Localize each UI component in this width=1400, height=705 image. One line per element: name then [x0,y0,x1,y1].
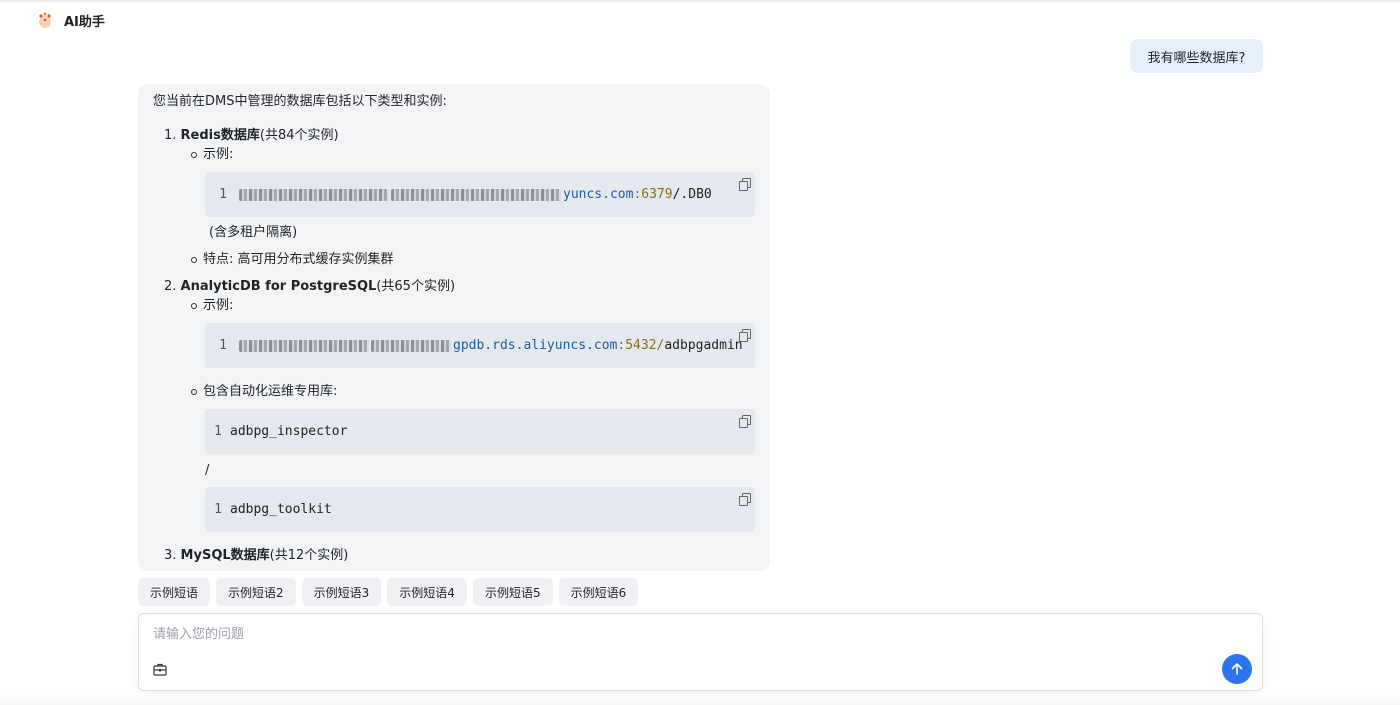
send-button[interactable] [1222,654,1252,684]
bullet-circle-icon [191,389,197,395]
fire-logo-icon [39,12,51,28]
app-title: AI助手 [64,14,105,30]
bullet-circle-icon [191,152,197,158]
code-block-inspector: 1 adbpg_inspector [205,409,755,454]
item-title: Redis数据库 [180,128,260,143]
redis-note: (含多租户隔离) [209,225,298,240]
arrow-up-icon [1231,663,1243,675]
quick-phrase-chip[interactable]: 示例短语3 [301,578,382,606]
assistant-answer: 您当前在DMS中管理的数据库包括以下类型和实例: 1. Redis数据库(共84… [138,84,770,571]
user-message-bubble: 我有哪些数据库? [1130,39,1263,73]
list-item-mysql: 3. MySQL数据库(共12个实例) [164,548,349,563]
list-item-adbpg: 2. AnalyticDB for PostgreSQL(共65个实例) [164,279,456,294]
code-block-adbpg: 1 gpdb.rds.aliyuncs.com:5432/adbpgadmin [205,323,755,368]
line-number: 1 [214,423,222,439]
quick-phrase-chip[interactable]: 示例短语4 [387,578,467,606]
item-title: MySQL数据库 [180,548,270,563]
quick-phrase-chip[interactable]: 示例短语 [138,578,211,606]
item-title: AnalyticDB for PostgreSQL [180,279,377,294]
copy-icon[interactable] [739,415,751,428]
example-bullet: 示例: [191,296,233,316]
code-block-redis: 1 yuncs.com:6379/.DB0 [205,172,755,217]
quick-phrase-chip[interactable]: 示例短语2 [216,578,296,606]
item-count: (共65个实例) [376,279,456,294]
copy-icon[interactable] [739,493,751,506]
item-count: (共84个实例) [259,128,339,143]
line-number: 1 [219,337,227,353]
top-divider [0,0,1400,2]
copy-icon[interactable] [739,329,751,342]
chat-input-box [138,613,1263,691]
feature-bullet: 特点: 高可用分布式缓存实例集群 [191,250,394,270]
line-number: 1 [214,501,222,517]
example-bullet: 示例: [191,145,233,165]
separator-text: / [205,463,210,478]
line-number: 1 [219,186,227,202]
app-header: AI助手 [36,9,105,31]
bullet-circle-icon [191,303,197,309]
redacted-text [391,188,561,201]
bullet-circle-icon [191,257,197,263]
item-count: (共12个实例) [269,548,349,563]
question-input[interactable] [153,622,1213,646]
toolbox-icon[interactable] [153,662,167,676]
list-item-redis: 1. Redis数据库(共84个实例) [164,128,339,143]
answer-intro: 您当前在DMS中管理的数据库包括以下类型和实例: [153,94,447,109]
copy-icon[interactable] [739,178,751,191]
quick-phrase-bar: 示例短语 示例短语2 示例短语3 示例短语4 示例短语5 示例短语6 [138,578,639,606]
redacted-text [239,339,369,352]
quick-phrase-chip[interactable]: 示例短语6 [558,578,639,606]
redacted-text [239,188,389,201]
bottom-shadow [0,693,1400,705]
sub-bullet: 包含自动化运维专用库: [191,382,337,402]
redacted-text [371,339,451,352]
quick-phrase-chip[interactable]: 示例短语5 [472,578,553,606]
code-block-toolkit: 1 adbpg_toolkit [205,487,755,532]
